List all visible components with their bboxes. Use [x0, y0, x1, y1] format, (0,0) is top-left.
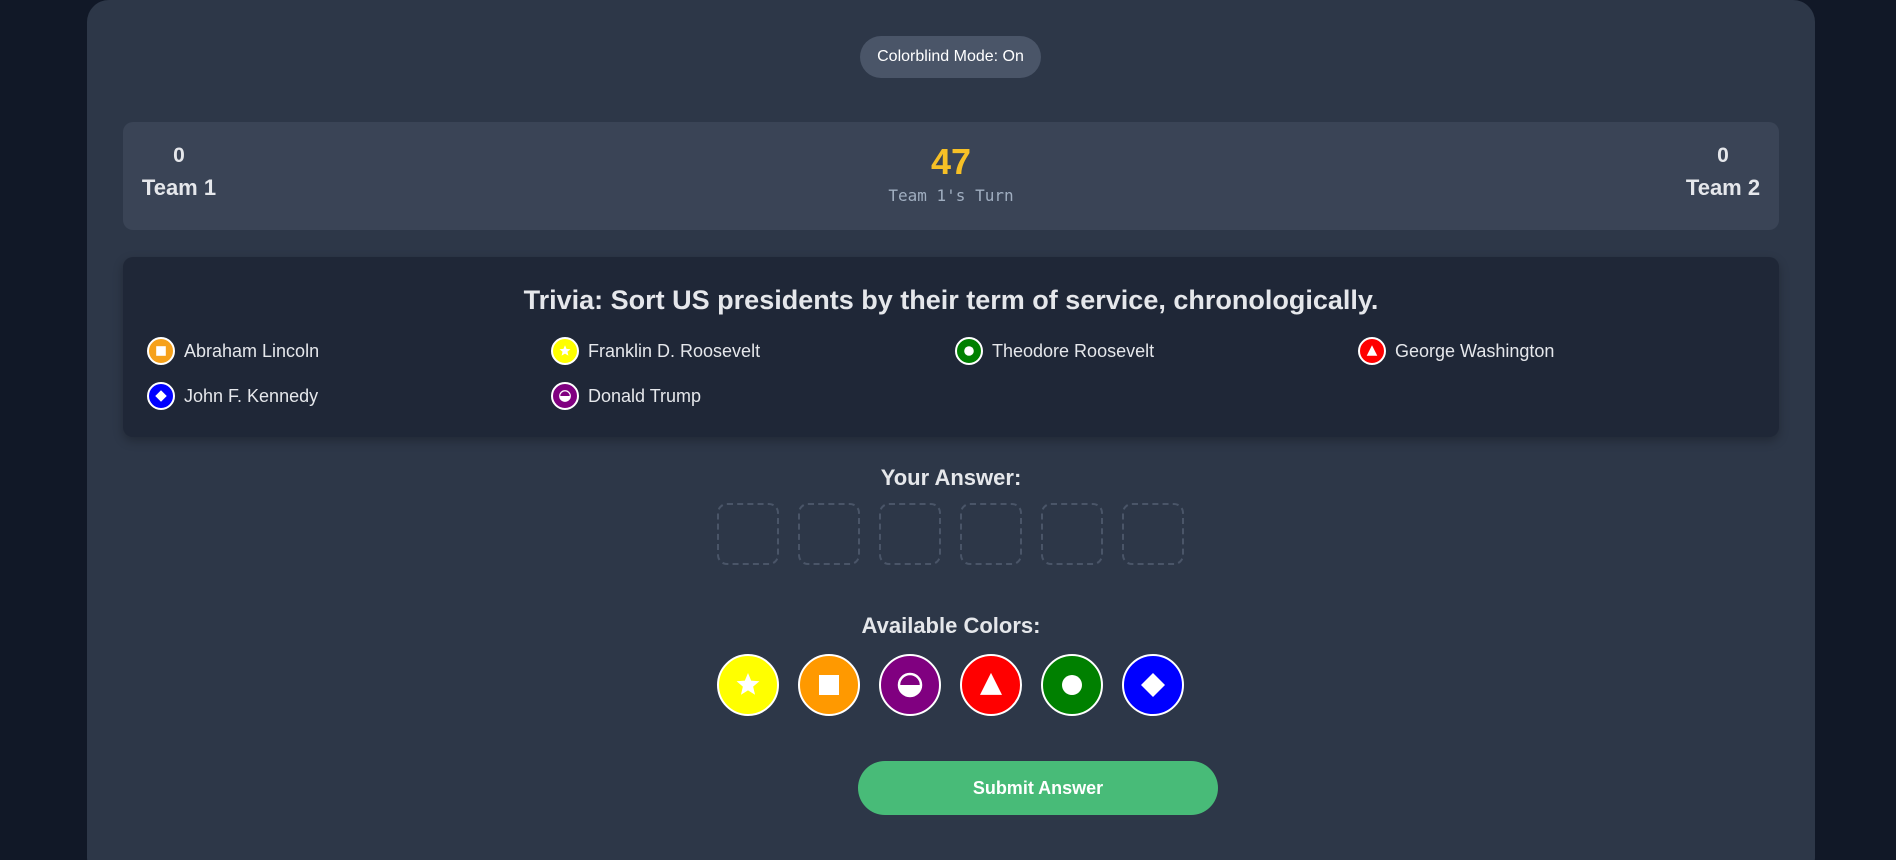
option-label: Donald Trump — [588, 385, 702, 406]
color-button-star[interactable] — [717, 654, 779, 716]
answer-slot[interactable] — [798, 503, 860, 565]
option-label: Franklin D. Roosevelt — [588, 340, 761, 361]
option-item: George Washington — [1358, 337, 1554, 365]
turn-info: 47 Team 1's Turn — [123, 141, 1779, 206]
team2-name: Team 2 — [1685, 175, 1761, 200]
game-panel: Colorblind Mode: On 0 Team 1 47 Team 1's… — [87, 0, 1815, 860]
available-colors-label: Available Colors: — [861, 613, 1041, 638]
option-item: Donald Trump — [551, 382, 701, 410]
question-card: Trivia: Sort US presidents by their term… — [123, 257, 1779, 437]
square-icon — [819, 675, 839, 695]
diamond-icon — [147, 382, 175, 410]
option-label: Theodore Roosevelt — [992, 340, 1155, 361]
answer-slot[interactable] — [717, 503, 779, 565]
color-button-half-circle[interactable] — [879, 654, 941, 716]
color-button-triangle[interactable] — [960, 654, 1022, 716]
triangle-icon — [980, 672, 1002, 695]
question-text: Trivia: Sort US presidents by their term… — [523, 285, 1379, 315]
star-icon — [736, 673, 760, 695]
answer-slot[interactable] — [879, 503, 941, 565]
your-answer-label: Your Answer: — [880, 465, 1022, 490]
answer-slot[interactable] — [1041, 503, 1103, 565]
option-item: Franklin D. Roosevelt — [551, 337, 760, 365]
answer-slot[interactable] — [1122, 503, 1184, 565]
half-circle-icon — [551, 382, 579, 410]
color-button-square[interactable] — [798, 654, 860, 716]
option-label: John F. Kennedy — [184, 385, 319, 406]
answer-slot[interactable] — [960, 503, 1022, 565]
option-item: John F. Kennedy — [147, 382, 318, 410]
team2-score-panel: 0 Team 2 — [1685, 144, 1761, 201]
submit-answer-button[interactable]: Submit Answer — [858, 761, 1218, 815]
circle-icon — [1062, 675, 1082, 695]
option-label: Abraham Lincoln — [184, 340, 320, 361]
diamond-icon — [1141, 673, 1165, 697]
option-item: Theodore Roosevelt — [955, 337, 1154, 365]
half-circle-icon — [897, 672, 923, 698]
star-icon — [551, 337, 579, 365]
team2-score: 0 — [1717, 144, 1729, 167]
color-button-circle[interactable] — [1041, 654, 1103, 716]
color-button-diamond[interactable] — [1122, 654, 1184, 716]
square-icon — [147, 337, 175, 365]
scoreboard: 0 Team 1 47 Team 1's Turn 0 Team 2 — [123, 122, 1779, 230]
triangle-icon — [1358, 337, 1386, 365]
option-item: Abraham Lincoln — [147, 337, 319, 365]
option-label: George Washington — [1395, 340, 1555, 361]
countdown-timer: 47 — [930, 141, 972, 182]
circle-icon — [955, 337, 983, 365]
current-turn: Team 1's Turn — [888, 186, 1014, 205]
colorblind-mode-toggle[interactable]: Colorblind Mode: On — [860, 36, 1041, 78]
